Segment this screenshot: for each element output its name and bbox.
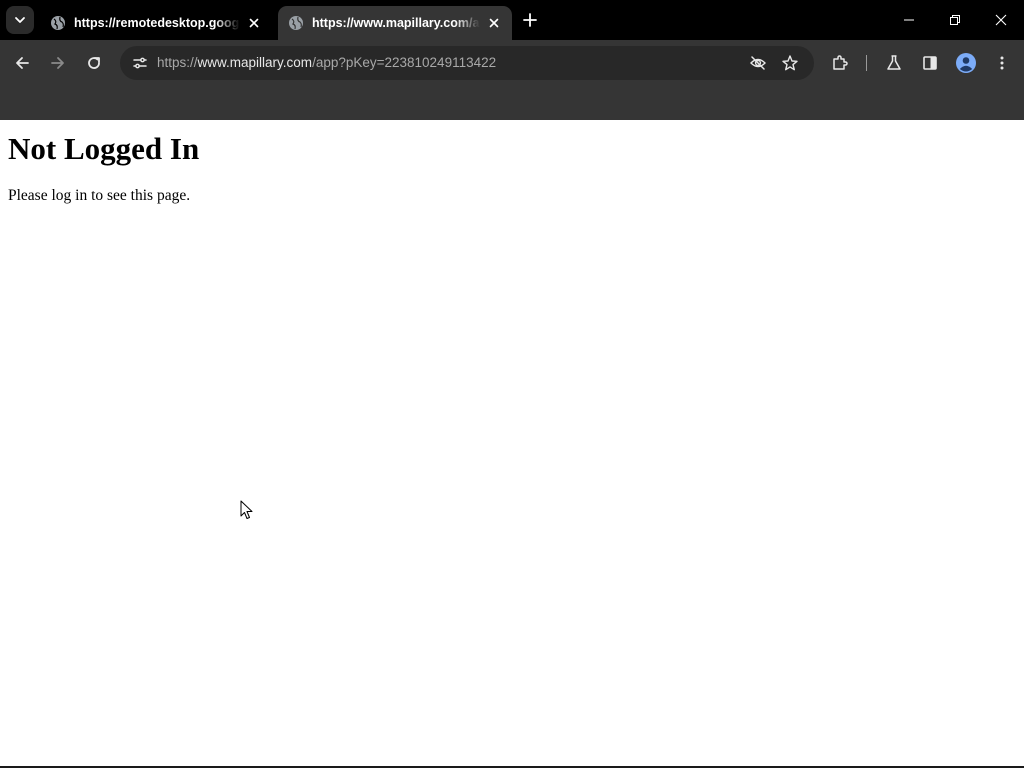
menu-button[interactable]	[986, 47, 1018, 79]
tab-title: https://remotedesktop.google.com	[74, 16, 240, 30]
bookmarks-bar	[0, 86, 1024, 120]
avatar-icon	[956, 53, 976, 73]
flask-icon	[887, 55, 901, 70]
url-domain: www.mapillary.com	[197, 55, 313, 70]
page-title: Not Logged In	[8, 131, 200, 166]
puzzle-icon	[833, 55, 848, 70]
globe-icon	[289, 16, 303, 30]
url-scheme: https://	[157, 55, 198, 70]
more-vertical-icon	[1000, 56, 1004, 70]
tab-title: https://www.mapillary.com/app?pKey=22381…	[312, 16, 480, 30]
extensions-button[interactable]	[824, 47, 856, 79]
globe-icon	[51, 16, 65, 30]
site-info-button[interactable]	[126, 49, 154, 77]
page-content: Not Logged In Please log in to see this …	[0, 120, 1024, 766]
toolbar-divider	[866, 55, 867, 71]
forward-button[interactable]	[42, 47, 74, 79]
eye-off-icon	[750, 56, 766, 70]
login-message: Please log in to see this page.	[8, 187, 191, 204]
side-panel-icon	[923, 56, 937, 70]
address-bar[interactable]: https://www.mapillary.com/app?pKey=22381…	[120, 46, 814, 80]
restore-button[interactable]	[932, 0, 978, 40]
reload-button[interactable]	[78, 47, 110, 79]
new-tab-button[interactable]	[519, 9, 541, 31]
close-icon	[249, 18, 259, 28]
minimize-button[interactable]	[886, 0, 932, 40]
url-path: /app?pKey=223810249113422	[312, 55, 497, 70]
reload-icon	[88, 57, 100, 69]
tune-icon	[133, 57, 147, 69]
minimize-icon	[904, 19, 914, 21]
close-icon	[489, 18, 499, 28]
tab-remotedesktop[interactable]: https://remotedesktop.google.com	[40, 6, 272, 40]
tab-mapillary[interactable]: https://www.mapillary.com/app?pKey=22381…	[278, 6, 512, 40]
arrow-left-icon	[16, 57, 29, 69]
tracking-protection-button[interactable]	[746, 51, 770, 75]
star-icon	[782, 55, 798, 71]
bookmark-star-button[interactable]	[778, 51, 802, 75]
tab-search-button[interactable]	[6, 6, 34, 34]
close-tab-button[interactable]	[244, 13, 264, 33]
back-button[interactable]	[6, 47, 38, 79]
side-panel-button[interactable]	[914, 47, 946, 79]
mouse-cursor-icon	[240, 500, 253, 519]
plus-icon	[523, 13, 537, 27]
url-text[interactable]: https://www.mapillary.com/app?pKey=22381…	[157, 55, 496, 70]
profile-button[interactable]	[950, 47, 982, 79]
close-window-button[interactable]	[978, 0, 1024, 40]
labs-button[interactable]	[878, 47, 910, 79]
close-tab-button[interactable]	[484, 13, 504, 33]
arrow-right-icon	[51, 57, 64, 69]
browser-toolbar: https://www.mapillary.com/app?pKey=22381…	[0, 40, 1024, 86]
tab-strip: https://remotedesktop.google.com https:/…	[0, 0, 1024, 40]
close-icon	[995, 14, 1007, 26]
chevron-down-icon	[15, 17, 25, 23]
restore-icon	[950, 15, 960, 25]
